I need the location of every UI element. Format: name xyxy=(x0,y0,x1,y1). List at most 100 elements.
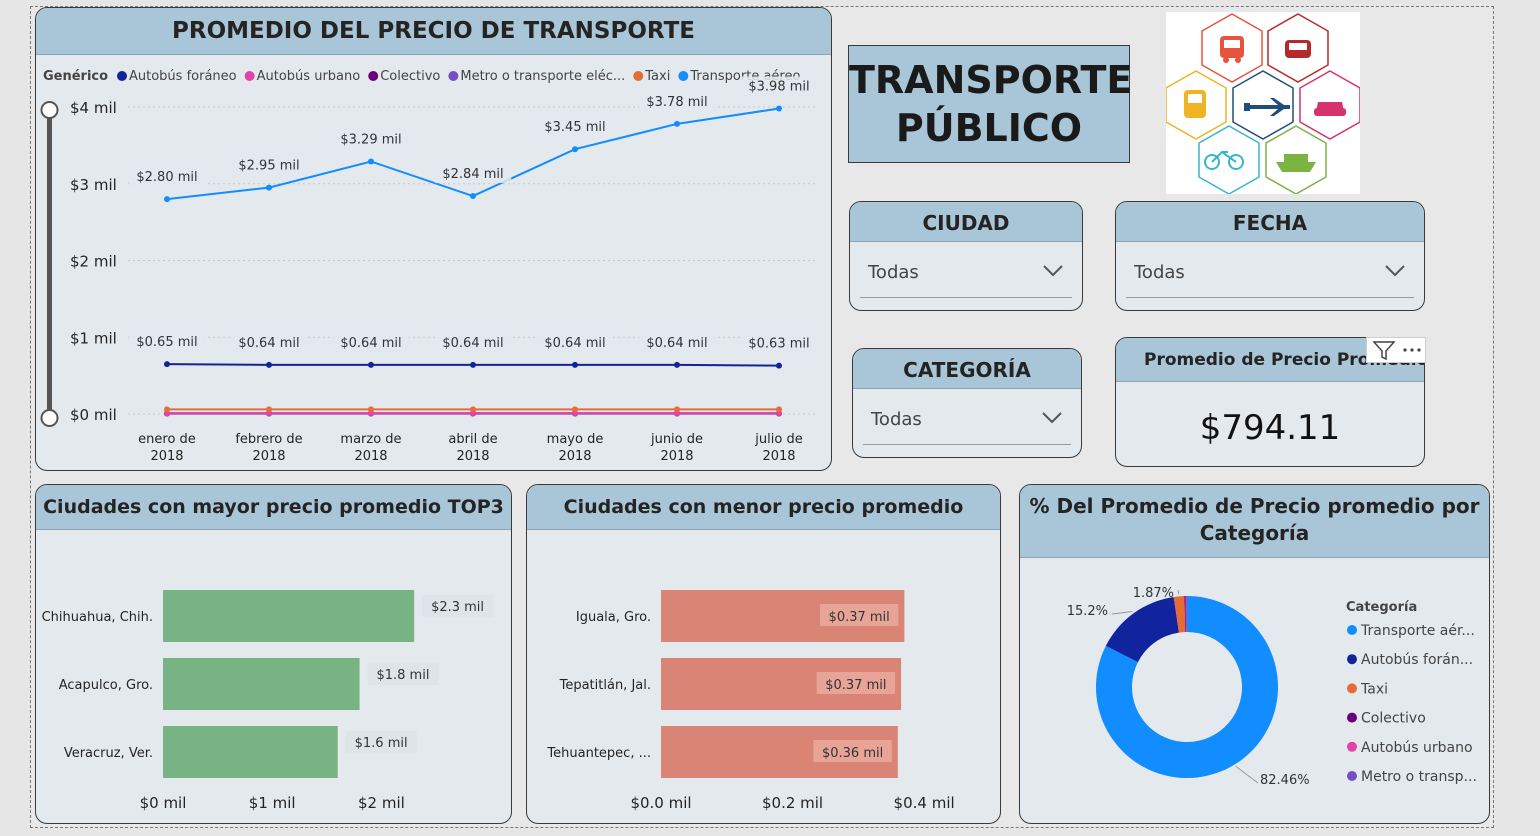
legend-marker xyxy=(678,71,689,81)
bar-low-card[interactable]: Ciudades con menor precio promedio Igual… xyxy=(526,484,1001,824)
series-point[interactable] xyxy=(572,146,578,153)
zoom-slider[interactable] xyxy=(40,101,59,427)
donut-legend-item[interactable]: Colectivo xyxy=(1361,711,1426,727)
donut-legend-item[interactable]: Autobús urbano xyxy=(1361,740,1473,756)
slicer-ciudad[interactable]: CIUDAD Todas xyxy=(849,201,1083,311)
bar-category-label: Acapulco, Gro. xyxy=(59,678,153,693)
x-tick-label: mayo de xyxy=(547,432,604,447)
bar-top-card[interactable]: Ciudades con mayor precio promedio TOP3 … xyxy=(35,484,512,824)
bar[interactable] xyxy=(163,658,360,710)
chevron-down-icon[interactable] xyxy=(1384,260,1406,280)
x-tick-label: $0.2 mil xyxy=(762,794,823,812)
series-point[interactable] xyxy=(674,406,680,413)
slicer-ciudad-title: CIUDAD xyxy=(850,202,1082,242)
bar-value-label: $2.3 mil xyxy=(431,600,484,615)
legend-item[interactable]: Autobús foráneo xyxy=(129,69,237,84)
slicer-fecha-dropdown[interactable]: Todas xyxy=(1126,254,1414,298)
bar-category-label: Tehuantepec, ... xyxy=(546,746,651,761)
legend-item[interactable]: Metro o transporte eléc... xyxy=(460,69,625,84)
y-tick-label: $3 mil xyxy=(70,176,117,194)
slicer-categoria-value: Todas xyxy=(871,409,922,430)
more-options-icon[interactable] xyxy=(1399,338,1425,362)
donut-svg: 82.46% 15.2% 1.87% Categoría Transporte aér.… xyxy=(1067,586,1477,788)
data-label-foraneo: $0.63 mil xyxy=(748,337,809,352)
series-point[interactable] xyxy=(572,406,578,413)
series-point[interactable] xyxy=(572,361,578,368)
slicer-fecha-title: FECHA xyxy=(1116,202,1424,242)
line-legend[interactable]: Genérico Autobús foráneo Autobús urbano Col… xyxy=(43,69,800,84)
donut-legend-marker xyxy=(1347,654,1357,665)
data-label-aereo: $2.80 mil xyxy=(136,170,197,185)
legend-marker xyxy=(633,71,644,81)
series-point[interactable] xyxy=(776,362,782,369)
y-tick-label: $2 mil xyxy=(70,253,117,271)
legend-item[interactable]: Autobús urbano xyxy=(257,69,361,84)
legend-title: Genérico xyxy=(43,69,108,84)
y-tick-label: $0 mil xyxy=(70,406,117,424)
donut-title-line2: Categoría xyxy=(1199,521,1310,545)
donut-data-label: 82.46% xyxy=(1260,773,1310,788)
legend-marker xyxy=(244,71,255,81)
slicer-fecha-value: Todas xyxy=(1134,262,1185,283)
x-tick-year: 2018 xyxy=(456,449,489,464)
bar-value-label: $0.37 mil xyxy=(825,678,886,693)
donut-legend-marker xyxy=(1347,712,1357,723)
bar-top-title: Ciudades con mayor precio promedio TOP3 xyxy=(36,485,511,530)
series-line[interactable] xyxy=(166,107,780,201)
donut-leader-line xyxy=(1111,611,1133,615)
bar[interactable] xyxy=(163,726,338,778)
transport-logo-svg xyxy=(1165,13,1361,195)
series-point[interactable] xyxy=(266,361,272,368)
series-point[interactable] xyxy=(164,406,170,413)
x-tick-year: 2018 xyxy=(354,449,387,464)
x-tick-label: junio de xyxy=(650,432,703,447)
data-label-aereo: $2.95 mil xyxy=(238,159,299,174)
slicer-ciudad-value: Todas xyxy=(868,262,919,283)
y-tick-label: $1 mil xyxy=(70,329,117,347)
legend-item[interactable]: Colectivo xyxy=(380,69,440,84)
legend-item[interactable]: Taxi xyxy=(644,69,670,84)
donut-legend-item[interactable]: Taxi xyxy=(1360,681,1388,697)
line-chart-card[interactable]: PROMEDIO DEL PRECIO DE TRANSPORTE Genéri… xyxy=(35,7,832,471)
slicer-categoria[interactable]: CATEGORÍA Todas xyxy=(852,348,1082,458)
y-tick-label: $4 mil xyxy=(70,99,117,117)
chevron-down-icon[interactable] xyxy=(1042,260,1064,280)
x-axis: enero de 2018 febrero de 2018 marzo de 2018 ab… xyxy=(138,432,803,464)
series-point[interactable] xyxy=(776,105,782,112)
bar[interactable] xyxy=(163,590,415,642)
donut-leader-line xyxy=(1235,765,1259,784)
series-point[interactable] xyxy=(164,361,170,368)
series-point[interactable] xyxy=(776,406,782,413)
series-point[interactable] xyxy=(674,120,680,127)
data-label-foraneo: $0.64 mil xyxy=(442,336,503,351)
donut-legend-item[interactable]: Transporte aér... xyxy=(1360,623,1475,639)
series-point[interactable] xyxy=(368,406,374,413)
filter-icon[interactable] xyxy=(1369,338,1399,362)
series-point[interactable] xyxy=(674,361,680,368)
chevron-down-icon[interactable] xyxy=(1041,407,1063,427)
donut-legend-item[interactable]: Metro o transp... xyxy=(1361,769,1477,785)
series-point[interactable] xyxy=(164,196,170,203)
series-point[interactable] xyxy=(470,193,476,200)
series-point[interactable] xyxy=(470,406,476,413)
slicer-ciudad-dropdown[interactable]: Todas xyxy=(860,254,1072,298)
donut-legend-item[interactable]: Autobús forán... xyxy=(1361,652,1473,668)
zoom-slider-bottom-handle[interactable] xyxy=(40,409,59,427)
zoom-slider-top-handle[interactable] xyxy=(40,101,59,119)
donut-legend-marker xyxy=(1347,625,1357,635)
zoom-slider-track[interactable] xyxy=(47,110,52,418)
x-tick-label: $2 mil xyxy=(358,794,405,812)
data-label-foraneo: $0.64 mil xyxy=(544,336,605,351)
transport-logo xyxy=(1165,12,1361,195)
series-point[interactable] xyxy=(266,184,272,191)
kpi-value: $794.11 xyxy=(1199,408,1341,448)
series-point[interactable] xyxy=(368,361,374,368)
slicer-categoria-dropdown[interactable]: Todas xyxy=(863,401,1071,445)
series-point[interactable] xyxy=(368,158,374,165)
series-point[interactable] xyxy=(470,361,476,368)
series-point[interactable] xyxy=(266,406,272,413)
donut-card[interactable]: % Del Promedio de Precio promedio por Ca… xyxy=(1019,484,1490,824)
line-series[interactable] xyxy=(164,105,782,417)
x-tick-label: febrero de xyxy=(235,432,302,447)
slicer-fecha[interactable]: FECHA Todas xyxy=(1115,201,1425,311)
